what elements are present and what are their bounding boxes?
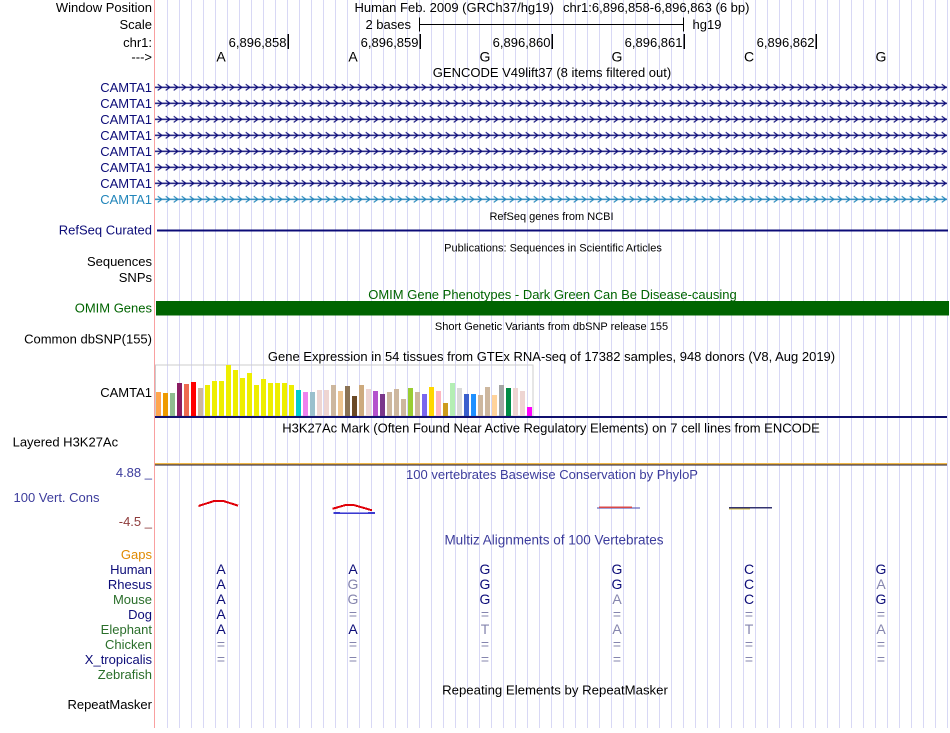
svg-text:Human: Human — [110, 562, 152, 577]
svg-text:CAMTA1: CAMTA1 — [100, 176, 152, 191]
svg-text:C: C — [744, 49, 754, 65]
svg-text:chr1:6,896,858-6,896,863 (6 bp: chr1:6,896,858-6,896,863 (6 bp) — [563, 0, 749, 15]
svg-text:Common dbSNP(155): Common dbSNP(155) — [24, 332, 152, 347]
svg-text:=: = — [349, 651, 357, 667]
svg-text:Elephant: Elephant — [101, 622, 153, 637]
svg-text:Mouse: Mouse — [113, 592, 152, 607]
svg-text:G: G — [876, 49, 887, 65]
svg-text:A: A — [216, 561, 226, 577]
svg-text:Layered H3K27Ac: Layered H3K27Ac — [13, 435, 119, 450]
svg-text:CAMTA1: CAMTA1 — [100, 80, 152, 95]
svg-text:=: = — [745, 606, 753, 622]
svg-text:100 Vert. Cons: 100 Vert. Cons — [14, 490, 100, 505]
svg-text:chr1:: chr1: — [123, 35, 152, 50]
svg-text:A: A — [216, 606, 226, 622]
svg-text:=: = — [613, 651, 621, 667]
svg-text:G: G — [876, 561, 887, 577]
svg-text:Dog: Dog — [128, 607, 152, 622]
svg-text:=: = — [349, 636, 357, 652]
svg-text:Scale: Scale — [119, 17, 152, 32]
svg-text:T: T — [481, 621, 490, 637]
svg-text:CAMTA1: CAMTA1 — [100, 385, 152, 400]
svg-text:A: A — [612, 621, 622, 637]
svg-text:A: A — [348, 561, 358, 577]
svg-text:=: = — [217, 651, 225, 667]
svg-text:=: = — [613, 636, 621, 652]
svg-text:G: G — [348, 576, 359, 592]
svg-text:=: = — [877, 606, 885, 622]
svg-text:6,896,858: 6,896,858 — [229, 35, 287, 50]
svg-text:Zebrafish: Zebrafish — [98, 667, 152, 682]
svg-text:G: G — [480, 49, 491, 65]
svg-text:=: = — [481, 606, 489, 622]
svg-text:RefSeq genes from NCBI: RefSeq genes from NCBI — [489, 211, 613, 223]
svg-text:A: A — [876, 621, 886, 637]
svg-text:=: = — [877, 636, 885, 652]
svg-text:=: = — [217, 636, 225, 652]
svg-text:C: C — [744, 591, 754, 607]
svg-text:Rhesus: Rhesus — [108, 577, 153, 592]
svg-text:Short Genetic Variants from db: Short Genetic Variants from dbSNP releas… — [435, 321, 668, 333]
svg-text:=: = — [877, 651, 885, 667]
svg-text:CAMTA1: CAMTA1 — [100, 192, 152, 207]
svg-text:CAMTA1: CAMTA1 — [100, 160, 152, 175]
svg-text:T: T — [745, 621, 754, 637]
svg-text:=: = — [613, 606, 621, 622]
svg-text:=: = — [745, 636, 753, 652]
svg-text:hg19: hg19 — [693, 17, 722, 32]
svg-text:G: G — [480, 576, 491, 592]
svg-text:6,896,859: 6,896,859 — [361, 35, 419, 50]
svg-text:RefSeq Curated: RefSeq Curated — [59, 223, 152, 238]
svg-text:--->: ---> — [131, 50, 152, 65]
svg-text:H3K27Ac Mark (Often Found Near: H3K27Ac Mark (Often Found Near Active Re… — [282, 420, 820, 435]
svg-text:SNPs: SNPs — [119, 270, 153, 285]
svg-text:C: C — [744, 561, 754, 577]
svg-text:2 bases: 2 bases — [365, 17, 411, 32]
svg-text:=: = — [349, 606, 357, 622]
svg-text:G: G — [612, 576, 623, 592]
svg-text:Publications: Sequences in Sci: Publications: Sequences in Scientific Ar… — [444, 243, 662, 255]
svg-text:GENCODE V49lift37 (8 items fil: GENCODE V49lift37 (8 items filtered out) — [433, 65, 671, 80]
svg-text:OMIM Genes: OMIM Genes — [75, 301, 153, 316]
svg-text:G: G — [348, 591, 359, 607]
svg-text:Window Position: Window Position — [56, 0, 152, 15]
svg-text:6,896,862: 6,896,862 — [757, 35, 815, 50]
svg-text:G: G — [876, 591, 887, 607]
svg-text:G: G — [612, 49, 623, 65]
svg-text:=: = — [745, 651, 753, 667]
svg-text:G: G — [480, 591, 491, 607]
svg-text:A: A — [348, 621, 358, 637]
svg-text:CAMTA1: CAMTA1 — [100, 112, 152, 127]
svg-text:A: A — [216, 621, 226, 637]
svg-text:Repeating Elements by RepeatMa: Repeating Elements by RepeatMasker — [442, 683, 668, 698]
svg-text:CAMTA1: CAMTA1 — [100, 128, 152, 143]
svg-text:OMIM Gene Phenotypes - Dark Gr: OMIM Gene Phenotypes - Dark Green Can Be… — [368, 287, 737, 302]
svg-text:Multiz Alignments of 100 Verte: Multiz Alignments of 100 Vertebrates — [444, 533, 663, 548]
svg-text:Chicken: Chicken — [105, 637, 152, 652]
svg-text:A: A — [612, 591, 622, 607]
svg-text:Sequences: Sequences — [87, 254, 153, 269]
svg-text:-4.5 _: -4.5 _ — [119, 514, 153, 529]
svg-text:=: = — [481, 651, 489, 667]
svg-text:RepeatMasker: RepeatMasker — [67, 697, 152, 712]
svg-text:Gene Expression in 54 tissues: Gene Expression in 54 tissues from GTEx … — [268, 349, 835, 364]
svg-text:A: A — [216, 576, 226, 592]
svg-text:G: G — [612, 561, 623, 577]
svg-text:A: A — [216, 591, 226, 607]
svg-text:CAMTA1: CAMTA1 — [100, 96, 152, 111]
svg-text:A: A — [348, 49, 358, 65]
svg-text:Gaps: Gaps — [121, 547, 153, 562]
svg-text:X_tropicalis: X_tropicalis — [85, 652, 153, 667]
svg-text:6,896,861: 6,896,861 — [625, 35, 683, 50]
svg-text:=: = — [481, 636, 489, 652]
svg-text:Human Feb. 2009 (GRCh37/hg19): Human Feb. 2009 (GRCh37/hg19) — [355, 0, 554, 15]
svg-text:A: A — [216, 49, 226, 65]
svg-text:4.88 _: 4.88 _ — [116, 465, 153, 480]
svg-text:CAMTA1: CAMTA1 — [100, 144, 152, 159]
svg-text:G: G — [480, 561, 491, 577]
svg-text:A: A — [876, 576, 886, 592]
svg-text:100 vertebrates Basewise Conse: 100 vertebrates Basewise Conservation by… — [406, 467, 698, 482]
svg-text:C: C — [744, 576, 754, 592]
svg-text:6,896,860: 6,896,860 — [493, 35, 551, 50]
